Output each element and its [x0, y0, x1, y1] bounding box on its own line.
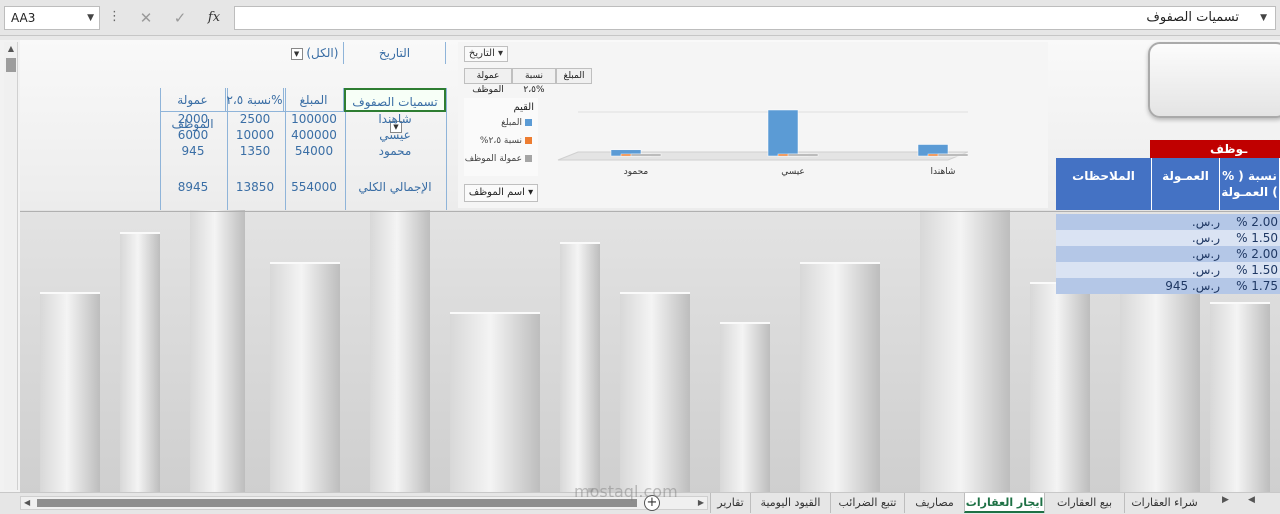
cell-rate: % 1.50: [1236, 231, 1278, 245]
formula-bar: AA3 ▼ ⋮ ✕ ✓ fx تسميات الصفوف ▼: [0, 0, 1280, 36]
scroll-thumb[interactable]: [6, 58, 16, 72]
cell-commission: 6000: [177, 128, 209, 142]
chart-filter-label: التاريخ: [468, 48, 495, 59]
cancel-icon[interactable]: ✕: [132, 6, 160, 30]
cell-rate: % 2.00: [1236, 247, 1278, 261]
cell-amount: 400000: [291, 128, 337, 142]
header-percent[interactable]: نسبة ٢،٥%: [226, 88, 284, 112]
chevron-down-icon[interactable]: ▼: [290, 47, 303, 60]
chart-legend: القيم المبلغ نسبة ٢،٥% عمولة الموظف: [464, 98, 538, 176]
header-amount[interactable]: المبلغ: [284, 88, 344, 112]
table-row[interactable]: ر.س. 945 % 1.75: [1056, 278, 1280, 294]
cell-rate: % 2.00: [1236, 215, 1278, 229]
header-row-labels[interactable]: تسميات الصفوف ▼: [344, 88, 446, 133]
legend-item: المبلغ: [501, 118, 532, 128]
scroll-left-icon[interactable]: ◀: [24, 497, 30, 509]
total-amount: 554000: [291, 180, 337, 194]
insert-function-icon[interactable]: fx: [200, 6, 228, 30]
divider: [20, 211, 1280, 212]
sheet-tab[interactable]: شراء العقارات: [1124, 493, 1204, 513]
pivot-total-row[interactable]: 8945 13850 554000 الإجمالي الكلي: [160, 180, 446, 196]
name-box-value: AA3: [11, 11, 36, 25]
legend-title: القيم: [513, 102, 534, 113]
pivot-row[interactable]: 2000 2500 100000 شاهندا: [160, 112, 446, 128]
table-row[interactable]: ر.س. 1,000% 2.00: [1056, 246, 1280, 277]
sheet-tab[interactable]: ايجار العقارات: [964, 493, 1044, 513]
header-commission[interactable]: العمـولة: [1152, 158, 1220, 210]
pivot-filter-dropdown[interactable]: (الكل) ▼: [284, 42, 344, 64]
cell-name: عيسي: [379, 128, 411, 142]
cell-amount: 100000: [291, 112, 337, 126]
total-label: الإجمالي الكلي: [358, 180, 432, 194]
pivot-chart[interactable]: التاريخ ▾ عمولة الموظف نسبة ٢،٥% المبلغ …: [458, 42, 1048, 208]
sheet-tab[interactable]: بيع العقارات: [1044, 493, 1124, 513]
legend-item: نسبة ٢،٥%: [480, 136, 532, 146]
cell-rate: % 1.50: [1236, 263, 1278, 277]
expand-formula-icon[interactable]: ▼: [1260, 7, 1267, 29]
cell-commission: ر.س. 945: [1165, 279, 1220, 293]
sheet-tab[interactable]: تتبع الضرائب: [830, 493, 904, 513]
scroll-thumb[interactable]: [37, 499, 637, 507]
header-commission[interactable]: عمولة الموظف: [160, 88, 226, 131]
sheet-tab[interactable]: تقارير: [710, 493, 750, 513]
axis-filter-label: اسم الموظف: [468, 187, 525, 198]
category-label: عيسي: [781, 167, 805, 177]
sheet-tab[interactable]: مصاريف: [904, 493, 964, 513]
pivot-header-row: عمولة الموظف نسبة ٢،٥% المبلغ تسميات الص…: [160, 88, 446, 133]
scroll-up-icon[interactable]: ▲: [6, 44, 16, 53]
cell-percent: 1350: [239, 144, 271, 158]
category-label: شاهندا: [931, 167, 956, 177]
total-commission: 8945: [177, 180, 209, 194]
table-header: الملاحظات العمـولة نسبة ( % ) العمـولة: [1056, 158, 1280, 210]
cell-name: شاهندا: [378, 112, 412, 126]
chart-axis-filter-button[interactable]: اسم الموظف ▾: [464, 184, 538, 202]
excel-window: AA3 ▼ ⋮ ✕ ✓ fx تسميات الصفوف ▼ ▲ التاريخ…: [0, 0, 1280, 514]
chart-bar[interactable]: [630, 153, 662, 157]
chart-bar[interactable]: [787, 153, 819, 157]
vertical-scrollbar[interactable]: ▲: [4, 42, 18, 490]
header-notes[interactable]: الملاحظات: [1056, 158, 1152, 210]
name-box[interactable]: AA3 ▼: [4, 6, 100, 30]
chevron-down-icon[interactable]: ▼: [87, 7, 94, 29]
chart-bar[interactable]: [937, 153, 968, 157]
chart-bar[interactable]: [767, 109, 799, 157]
table-row[interactable]: ر.س. 1,000% 2.00: [1056, 214, 1280, 245]
pivot-filter-label: التاريخ: [344, 42, 446, 64]
tab-nav-prev-icon[interactable]: ◀: [1248, 495, 1255, 505]
cell-amount: 54000: [294, 144, 334, 158]
pivot-filter-value: (الكل): [306, 46, 339, 60]
category-label: محمود: [624, 167, 649, 177]
pivot-row[interactable]: 945 1350 54000 محمود: [160, 144, 446, 160]
sheet-tab[interactable]: القيود اليومية: [750, 493, 830, 513]
formula-input[interactable]: تسميات الصفوف ▼: [234, 6, 1276, 30]
more-options-icon[interactable]: ⋮: [108, 8, 121, 26]
row-labels-text: تسميات الصفوف: [352, 95, 438, 109]
table-row[interactable]: ر.س. 3,000% 1.50: [1056, 230, 1280, 261]
navigation-button[interactable]: [1148, 42, 1280, 118]
cell-commission: 2000: [177, 112, 209, 126]
watermark-url: mostaql.com: [574, 482, 678, 501]
pivot-row[interactable]: 6000 10000 400000 عيسي: [160, 128, 446, 144]
tab-nav-next-icon[interactable]: ▶: [1222, 495, 1229, 505]
chart-tab-commission[interactable]: عمولة الموظف: [464, 68, 512, 95]
enter-icon[interactable]: ✓: [166, 6, 194, 30]
cell-percent: 10000: [235, 128, 275, 142]
formula-content: تسميات الصفوف: [1146, 10, 1239, 25]
legend-item: عمولة الموظف: [465, 154, 532, 164]
chart-date-filter-button[interactable]: التاريخ ▾: [464, 46, 508, 62]
total-percent: 13850: [235, 180, 275, 194]
cell-name: محمود: [378, 144, 412, 158]
table-row[interactable]: ر.س. 3,000% 1.50: [1056, 262, 1280, 293]
cell-rate: % 1.75: [1236, 279, 1278, 293]
scroll-right-icon[interactable]: ▶: [698, 497, 704, 509]
table-title-bar: ـوظف: [1150, 140, 1280, 158]
cell-percent: 2500: [239, 112, 271, 126]
header-rate[interactable]: نسبة ( % ) العمـولة: [1220, 158, 1280, 210]
cell-commission: 945: [181, 144, 205, 158]
chart-plot: محمود عيسي شاهندا: [557, 109, 968, 177]
worksheet[interactable]: ▲ التاريخ (الكل) ▼ عمولة الموظف نسبة ٢،٥…: [0, 40, 1280, 492]
